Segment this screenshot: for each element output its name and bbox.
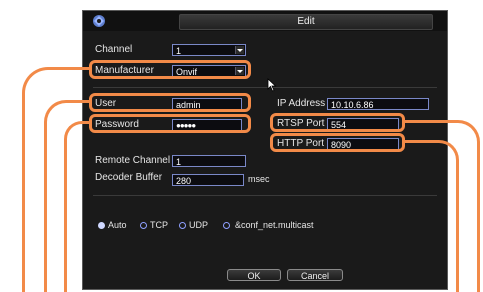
cancel-button[interactable]: Cancel [287,269,343,281]
callout-rtsp [270,113,405,132]
decoder-buffer-field[interactable]: 280 [172,174,244,186]
channel-select[interactable]: 1 [172,44,246,56]
radio-multicast-label: &conf_net.multicast [235,220,314,230]
ip-address-field[interactable]: 10.10.6.86 [327,98,429,110]
radio-udp-label: UDP [189,220,209,230]
decoder-buffer-label: Decoder Buffer [95,172,163,183]
dialog-title: Edit [179,14,433,30]
radio-auto[interactable] [98,222,105,229]
title-bar: Edit [83,11,447,31]
channel-value: 1 [176,46,182,56]
ok-button[interactable]: OK [227,269,281,281]
callout-manufacturer [89,60,251,79]
callout-password [89,114,251,133]
remote-channel-field[interactable]: 1 [172,155,246,167]
leader-line-password [64,121,92,292]
app-logo-icon [93,15,105,27]
radio-tcp[interactable] [140,222,147,229]
radio-auto-label: Auto [108,220,127,230]
callout-user [89,93,251,112]
leader-line-http [402,140,459,292]
ip-address-label: IP Address [277,98,326,109]
divider [93,195,437,196]
callout-http [270,133,405,152]
chevron-down-icon[interactable] [235,46,244,54]
mouse-cursor-icon [267,78,277,92]
channel-label: Channel [95,44,133,55]
divider [93,87,437,88]
decoder-buffer-unit: msec [248,174,270,184]
radio-tcp-label: TCP [150,220,168,230]
radio-multicast[interactable] [223,222,230,229]
radio-udp[interactable] [179,222,186,229]
remote-channel-label: Remote Channel [95,155,171,166]
